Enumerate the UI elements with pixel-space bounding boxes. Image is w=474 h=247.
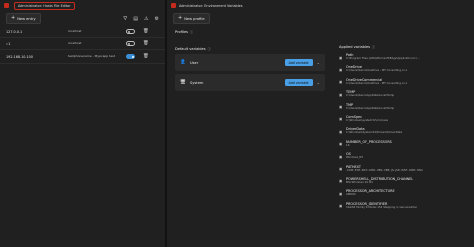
variable-value: C:\Users\lbenn\AppData\Local\Temp: [346, 94, 395, 98]
variable-icon: ▣: [339, 204, 343, 209]
variable-value: C:\Windows\system32\cmd.exe: [346, 118, 389, 122]
user-label: User: [190, 60, 199, 65]
system-label: System: [190, 80, 204, 85]
variable-value: C:\Program Files (x86)\Microsoft\Edge\Ap…: [346, 57, 420, 60]
hosts-entries-list: 127.0.0.1 localhost 🗑 ::1 localhost 🗑 19…: [0, 26, 165, 64]
plus-icon: +: [178, 15, 183, 21]
variable-value: C:\Users\lbenn\AppData\Local\Temp: [346, 106, 395, 110]
new-entry-label: New entry: [17, 16, 36, 21]
env-titlebar: Administrator: Environment Variables: [167, 0, 474, 11]
settings-gear-icon[interactable]: ⚙: [155, 16, 159, 22]
delete-icon[interactable]: 🗑: [143, 54, 149, 59]
variable-value: C:\Users\lbenn\OneDrive - MT Consulting.…: [346, 81, 408, 85]
chevron-down-icon[interactable]: ⌄: [317, 60, 320, 65]
profiles-heading: Profiles ⓘ: [175, 30, 194, 34]
variable-name: NUMBER_OF_PROCESSORS: [346, 139, 392, 144]
new-entry-button[interactable]: + New entry: [6, 13, 41, 24]
chevron-down-icon[interactable]: ⌄: [317, 80, 320, 85]
variable-value: MSI:Windows 10 Pro: [346, 180, 374, 184]
user-icon: 👤: [180, 60, 186, 65]
hosts-app-icon: [4, 3, 9, 8]
variable-icon: ▣: [339, 117, 343, 122]
info-icon: ⓘ: [372, 45, 376, 49]
entry-toggle[interactable]: [126, 54, 135, 59]
entry-hosts: localhost: [68, 28, 82, 33]
entry-toggle[interactable]: [126, 41, 135, 46]
entry-address: 192.168.10.100: [6, 54, 33, 59]
hosts-titlebar: Administrator: Hosts File Editor: [0, 0, 165, 11]
document-icon[interactable]: ▤: [133, 16, 138, 22]
applied-variables-list: ▣ Path C:\Program Files (x86)\Microsoft\Ed…: [339, 52, 470, 213]
add-system-variable-button[interactable]: Add variable: [284, 79, 313, 86]
variable-icon: ▣: [339, 105, 343, 110]
hosts-toolbar: + New entry ⛛ ▤ ⚠ ⚙: [0, 11, 165, 26]
hosts-entry-row[interactable]: 192.168.10.100 testphonename - Mypcapp t…: [0, 50, 165, 64]
applied-variable-item[interactable]: ▣ NUMBER_OF_PROCESSORS 16: [339, 139, 470, 151]
entry-address: 127.0.0.1: [6, 29, 23, 34]
applied-variable-item[interactable]: ▣ TMP C:\Users\lbenn\AppData\Local\Temp: [339, 102, 470, 114]
variable-value: C:\Windows\System32\Drivers\DriverData: [346, 131, 403, 135]
entry-hosts: testphonename - Mypcapp test: [68, 53, 115, 58]
environment-variables-window: Administrator: Environment Variables + N…: [167, 0, 474, 247]
hosts-file-editor-window: Administrator: Hosts File Editor + New e…: [0, 0, 166, 247]
variable-value: AMD64: [346, 193, 356, 197]
new-profile-label: New profile: [184, 16, 205, 21]
variable-icon: ▣: [339, 142, 343, 147]
variable-icon: ▣: [339, 179, 343, 184]
variable-value: Intel64 Family 6 Model 154 Stepping 4, G…: [346, 205, 417, 209]
info-icon: ⓘ: [190, 30, 194, 34]
env-toolbar: + New profile: [167, 11, 474, 26]
variable-icon: ▣: [339, 80, 343, 85]
variable-icon: ▣: [339, 67, 343, 72]
computer-icon: 🖥: [180, 80, 186, 85]
applied-variable-item[interactable]: ▣ PROCESSOR_IDENTIFIER Intel64 Family 6 Mo…: [339, 201, 470, 213]
warning-icon[interactable]: ⚠: [144, 16, 148, 22]
user-variables-card[interactable]: 👤 User Add variable ⌄: [175, 54, 325, 71]
system-variables-card[interactable]: 🖥 System Add variable ⌄: [175, 74, 325, 91]
new-profile-button[interactable]: + New profile: [173, 13, 210, 24]
env-window-title: Administrator: Environment Variables: [179, 3, 243, 8]
profiles-column: Profiles ⓘ Default variables ⓘ 👤 User Ad…: [167, 26, 333, 213]
variable-value: C:\Users\lbenn\OneDrive - MT Consulting.…: [346, 69, 408, 73]
hosts-window-title: Administrator: Hosts File Editor: [14, 1, 75, 10]
variable-icon: ▣: [339, 191, 343, 196]
variable-icon: ▣: [339, 55, 343, 60]
env-app-icon: [171, 3, 176, 8]
entry-toggle[interactable]: [126, 29, 135, 34]
variable-icon: ▣: [339, 167, 343, 172]
applied-variables-column: Applied variables ⓘ ▣ Path C:\Program File…: [333, 26, 474, 213]
default-variables-heading: Default variables ⓘ: [175, 47, 211, 51]
applied-variable-item[interactable]: ▣ OS Windows_NT: [339, 151, 470, 163]
applied-variables-heading: Applied variables ⓘ: [339, 45, 376, 49]
applied-variable-item[interactable]: ▣ PROCESSOR_ARCHITECTURE AMD64: [339, 188, 470, 200]
hosts-entry-row[interactable]: 127.0.0.1 localhost 🗑: [0, 26, 165, 38]
applied-variable-item[interactable]: ▣ PATHEXT .COM;.EXE;.BAT;.CMD;.VBS;.VBE;.J…: [339, 164, 470, 176]
plus-icon: +: [11, 15, 16, 21]
variable-value: .COM;.EXE;.BAT;.CMD;.VBS;.VBE;.JS;.JSE;.…: [346, 168, 423, 172]
add-user-variable-button[interactable]: Add variable: [284, 59, 313, 66]
variable-value: Windows_NT: [346, 156, 363, 160]
hosts-entry-row[interactable]: ::1 localhost 🗑: [0, 38, 165, 50]
variable-icon: ▣: [339, 92, 343, 97]
variable-value: 16: [346, 143, 350, 147]
applied-variable-item[interactable]: ▣ Path C:\Program Files (x86)\Microsoft\Ed…: [339, 52, 470, 64]
applied-variable-item[interactable]: ▣ TEMP C:\Users\lbenn\AppData\Local\Temp: [339, 89, 470, 101]
applied-variable-item[interactable]: ▣ POWERSHELL_DISTRIBUTION_CHANNEL MSI:Wind…: [339, 176, 470, 188]
filter-icon[interactable]: ⛛: [123, 16, 127, 22]
variable-icon: ▣: [339, 154, 343, 159]
applied-variable-item[interactable]: ▣ ComSpec C:\Windows\system32\cmd.exe: [339, 114, 470, 126]
delete-icon[interactable]: 🗑: [143, 41, 149, 46]
applied-variable-item[interactable]: ▣ DriverData C:\Windows\System32\Drivers\D…: [339, 126, 470, 138]
applied-variable-item[interactable]: ▣ OneDrive C:\Users\lbenn\OneDrive - MT Co…: [339, 64, 470, 76]
variable-icon: ▣: [339, 129, 343, 134]
info-icon: ⓘ: [207, 47, 211, 51]
entry-hosts: localhost: [68, 40, 82, 45]
delete-icon[interactable]: 🗑: [143, 29, 149, 34]
entry-address: ::1: [6, 41, 11, 46]
applied-variable-item[interactable]: ▣ OneDriveCommercial C:\Users\lbenn\OneDri…: [339, 77, 470, 89]
